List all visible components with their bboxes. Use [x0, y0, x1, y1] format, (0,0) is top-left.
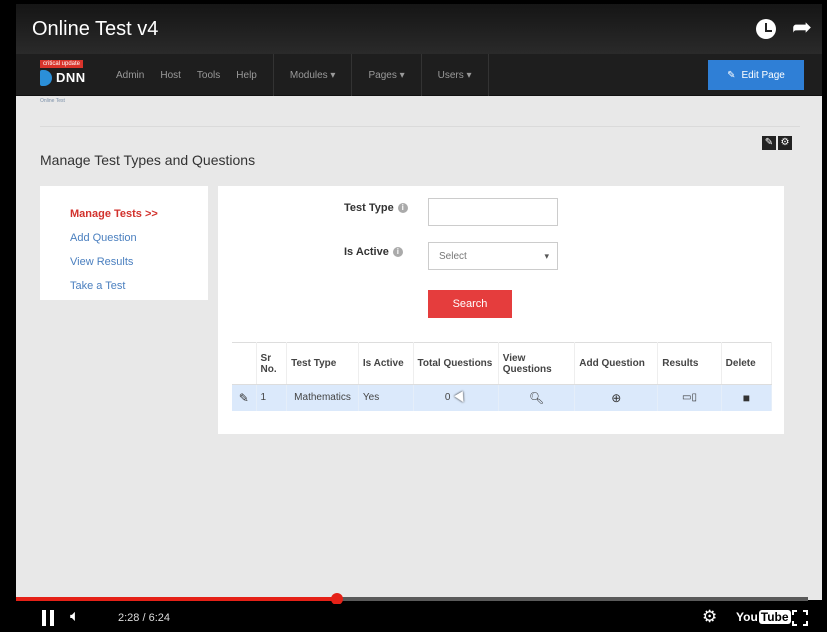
info-icon[interactable]: i	[392, 247, 403, 258]
chevron-down-icon: ▾	[544, 251, 549, 261]
fullscreen-icon[interactable]	[792, 610, 808, 626]
total-questions-value: 0	[444, 392, 451, 404]
menu-admin[interactable]: Admin	[116, 70, 144, 81]
menu-tools[interactable]: Tools	[197, 70, 220, 81]
is-active-select-value: Select	[439, 251, 467, 262]
video-progress-fill	[16, 597, 337, 601]
menu-pages[interactable]: Pages ▾	[368, 70, 404, 81]
table-header-test-type[interactable]: Test Type	[286, 342, 359, 385]
table-header-row: Sr No. Test Type Is Active Total Questio…	[232, 342, 773, 385]
watch-later-icon[interactable]	[756, 19, 776, 39]
mouse-cursor-icon	[454, 390, 469, 405]
info-icon[interactable]: i	[397, 203, 408, 214]
tests-table: Sr No. Test Type Is Active Total Questio…	[232, 342, 773, 411]
cell-is-active: Yes	[358, 384, 414, 411]
settings-icon[interactable]: ⚙	[778, 136, 792, 150]
table-header-is-active: Is Active	[358, 342, 414, 385]
edit-page-button[interactable]: ✎ Edit Page	[708, 60, 804, 90]
video-title-bar: Online Test v4 ➦	[16, 4, 822, 54]
search-button[interactable]: Search	[428, 290, 512, 318]
edit-module-icon[interactable]: ✎	[762, 136, 776, 150]
dnn-logo[interactable]: critical update DNN	[40, 60, 98, 90]
test-type-label: Test Type i	[344, 202, 408, 214]
table-header-select	[232, 342, 257, 385]
share-icon[interactable]: ➦	[792, 16, 812, 40]
menu-divider	[487, 54, 489, 96]
add-question-icon[interactable]: ⊕	[574, 384, 659, 411]
video-player: Online Test v4 ➦ critical update DNN Adm…	[0, 0, 827, 632]
is-active-label: Is Active i	[344, 246, 403, 258]
edit-row-icon[interactable]: ✎	[232, 384, 257, 411]
youtube-logo[interactable]: You Tube	[736, 610, 791, 624]
cell-total-questions: 0	[413, 384, 499, 411]
menu-modules[interactable]: Modules ▾	[290, 70, 336, 81]
cell-sr-no: 1	[256, 384, 288, 411]
dnn-logo-text: DNN	[56, 70, 86, 85]
video-controls: 🔈︎ 2:28 / 6:24 ⚙ You Tube	[0, 604, 827, 632]
test-type-label-text: Test Type	[344, 202, 394, 214]
video-progress-bar[interactable]	[16, 593, 808, 605]
test-type-input[interactable]	[428, 198, 558, 226]
critical-update-badge[interactable]: critical update	[40, 60, 84, 68]
pause-icon[interactable]	[40, 610, 56, 626]
table-row: ✎ 1 Mathematics Yes 0 🔍︎ ⊕ ▭▯ ■	[232, 384, 773, 411]
video-title[interactable]: Online Test v4	[32, 18, 158, 41]
menu-host[interactable]: Host	[160, 70, 181, 81]
menu-divider	[351, 54, 353, 96]
menu-users[interactable]: Users ▾	[438, 70, 472, 81]
results-icon[interactable]: ▭▯	[657, 384, 722, 411]
sidebar-item-add-question[interactable]: Add Question	[70, 226, 208, 250]
time-display: 2:28 / 6:24	[118, 612, 170, 624]
sidebar-item-take-a-test[interactable]: Take a Test	[70, 274, 208, 298]
module-actions: ✎ ⚙	[762, 136, 792, 150]
is-active-label-text: Is Active	[344, 246, 389, 258]
dnn-control-bar: critical update DNN Admin Host Tools Hel…	[16, 54, 822, 96]
sidebar: Manage Tests >> Add Question View Result…	[40, 186, 208, 300]
table-header-delete: Delete	[721, 342, 773, 385]
volume-icon[interactable]: 🔈︎	[70, 608, 80, 626]
dnn-menu: Admin Host Tools Help Modules ▾ Pages ▾ …	[116, 54, 505, 96]
sidebar-item-manage-tests[interactable]: Manage Tests >>	[70, 202, 208, 226]
delete-icon[interactable]: ■	[721, 384, 773, 411]
divider	[40, 126, 800, 127]
cell-test-type: Mathematics	[286, 384, 359, 411]
menu-help[interactable]: Help	[236, 70, 257, 81]
manage-tests-panel: Test Type i Is Active i Select ▾ Search Sr…	[218, 186, 784, 434]
breadcrumb[interactable]: Online Test	[40, 98, 65, 104]
table-header-add-question: Add Question	[574, 342, 659, 385]
pencil-icon: ✎	[727, 69, 736, 81]
view-questions-icon[interactable]: 🔍︎	[498, 384, 576, 411]
table-header-results: Results	[657, 342, 722, 385]
sidebar-item-view-results[interactable]: View Results	[70, 250, 208, 274]
dnn-logo-mark-icon	[40, 70, 52, 86]
menu-divider	[272, 54, 274, 96]
module-title: Manage Test Types and Questions	[40, 152, 256, 168]
video-frame[interactable]: Online Test v4 ➦ critical update DNN Adm…	[16, 4, 822, 600]
is-active-select[interactable]: Select ▾	[428, 242, 558, 270]
menu-divider	[420, 54, 422, 96]
table-header-total-questions: Total Questions	[413, 342, 499, 385]
edit-page-label: Edit Page	[741, 69, 785, 81]
settings-gear-icon[interactable]: ⚙	[702, 607, 717, 627]
page-content: Online Test ✎ ⚙ Manage Test Types and Qu…	[16, 96, 822, 600]
table-header-view-questions: View Questions	[498, 342, 576, 385]
table-header-sr-no: Sr No.	[256, 342, 288, 385]
